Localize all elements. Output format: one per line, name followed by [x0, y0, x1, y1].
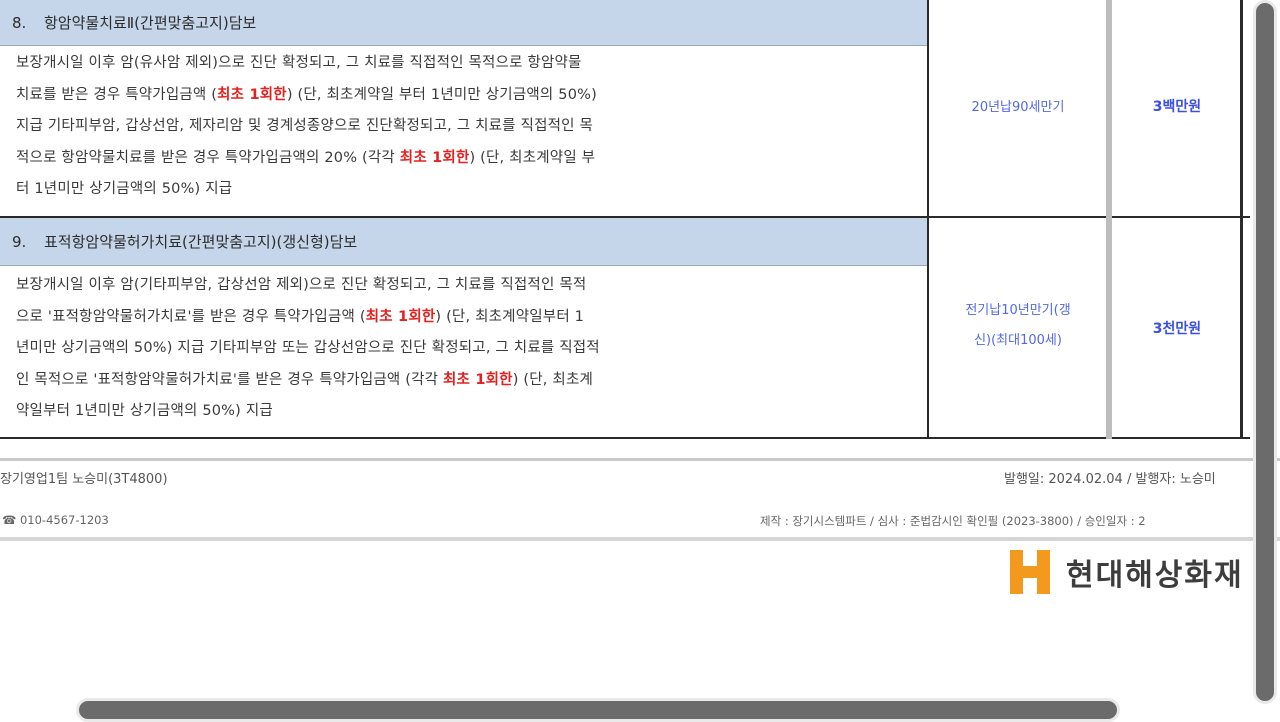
body-line: 지급 기타피부암, 갑상선암, 제자리암 및 경계성종양으로 진단확정되고, 그… [16, 111, 838, 143]
section-body-9: 보장개시일 이후 암(기타피부암, 갑상선암 제외)으로 진단 확정되고, 그 … [16, 270, 838, 428]
body-text: ) (단, 최초계약일부터 1 [435, 308, 585, 325]
period-cell-8: 20년납90세만기 [971, 100, 1065, 115]
footer-issue-date: 발행일: 2024.02.04 / 발행자: 노승미 [1004, 472, 1216, 487]
body-line: 약일부터 1년미만 상기금액의 50%) 지급 [16, 396, 838, 428]
body-text: 적으로 항암약물치료를 받은 경우 특약가입금액의 20% (각각 [16, 149, 400, 166]
body-line: 보장개시일 이후 암(유사암 제외)으로 진단 확정되고, 그 치료를 직접적인… [16, 48, 838, 80]
section-header-8: 8. 항암약물치료Ⅱ(간편맞춤고지)담보 [0, 0, 928, 46]
horizontal-scrollbar-thumb[interactable] [76, 698, 1120, 722]
body-text: 지급 기타피부암, 갑상선암, 제자리암 및 경계성종양으로 진단확정되고, 그… [16, 118, 594, 134]
period-line: 신)(최대100세) [974, 333, 1062, 348]
coverage-table: 8. 항암약물치료Ⅱ(간편맞춤고지)담보 보장개시일 이후 암(유사암 제외)으… [0, 0, 1280, 440]
emphasis-text: 최초 1회한 [365, 308, 436, 325]
body-text: 년미만 상기금액의 50%) 지급 기타피부암 또는 갑상선암으로 진단 확정되… [16, 340, 600, 356]
body-line: 치료를 받은 경우 특약가입금액 (최초 1회한) (단, 최초계약일 부터 1… [16, 80, 838, 112]
amount-cell-8: 3백만원 [1152, 99, 1202, 115]
body-text: 보장개시일 이후 암(기타피부암, 갑상선암 제외)으로 진단 확정되고, 그 … [16, 277, 587, 293]
footer-rule [0, 458, 1280, 461]
vertical-scrollbar-thumb[interactable] [1253, 0, 1277, 704]
section-title: 항암약물치료Ⅱ(간편맞춤고지)담보 [44, 14, 257, 32]
footer-review: 제작 : 장기시스템파트 / 심사 : 준법감시인 확인필 (2023-3800… [760, 514, 1146, 528]
body-text: 보장개시일 이후 암(유사암 제외)으로 진단 확정되고, 그 치료를 직접적인… [16, 55, 582, 71]
body-line: 으로 '표적항암약물허가치료'를 받은 경우 특약가입금액 (최초 1회한) (… [16, 302, 838, 334]
body-text: ) (단, 최초계약일 부터 1년미만 상기금액의 50%) [286, 86, 597, 103]
body-line: 년미만 상기금액의 50%) 지급 기타피부암 또는 갑상선암으로 진단 확정되… [16, 333, 838, 365]
footer-product: 장기영업1팀 노승미(3T4800) [0, 472, 168, 487]
section-title: 표적항암약물허가치료(간편맞춤고지)(갱신형)담보 [44, 233, 358, 251]
footer-rule [0, 537, 1280, 541]
footer-contact: ☎ 010-4567-1203 [2, 513, 109, 527]
body-text: ) (단, 최초계약일 부 [469, 149, 596, 166]
emphasis-text: 최초 1회한 [443, 371, 513, 388]
table-bottom-border [0, 437, 1250, 439]
period-line: 전기납10년만기(갱 [965, 303, 1071, 318]
section-header-9: 9. 표적항암약물허가치료(간편맞춤고지)(갱신형)담보 [0, 218, 928, 266]
body-text: ) (단, 최초계 [512, 371, 594, 388]
body-line: 인 목적으로 '표적항암약물허가치료'를 받은 경우 특약가입금액 (각각 최초… [16, 365, 838, 397]
body-line: 터 1년미만 상기금액의 50%) 지급 [16, 174, 838, 206]
body-line: 보장개시일 이후 암(기타피부암, 갑상선암 제외)으로 진단 확정되고, 그 … [16, 270, 838, 302]
section-number: 9. [12, 232, 27, 251]
h-logo-icon [1008, 550, 1052, 594]
body-text: 인 목적으로 '표적항암약물허가치료'를 받은 경우 특약가입금액 (각각 [16, 371, 444, 388]
company-name: 현대해상화재 [1066, 558, 1244, 593]
column-divider [1240, 0, 1243, 439]
emphasis-text: 최초 1회한 [217, 86, 287, 103]
company-logo: 현대해상화재 [1008, 550, 1244, 594]
body-text: 터 1년미만 상기금액의 50%) 지급 [16, 181, 233, 197]
body-text: 약일부터 1년미만 상기금액의 50%) 지급 [16, 403, 273, 419]
amount-cell-9: 3천만원 [1152, 321, 1202, 337]
column-divider [1106, 0, 1112, 439]
column-divider [927, 0, 929, 439]
emphasis-text: 최초 1회한 [399, 149, 470, 166]
body-text: 치료를 받은 경우 특약가입금액 ( [16, 86, 218, 103]
section-body-8: 보장개시일 이후 암(유사암 제외)으로 진단 확정되고, 그 치료를 직접적인… [16, 48, 838, 206]
period-cell-9: 전기납10년만기(갱 신)(최대100세) [930, 296, 1106, 356]
body-line: 적으로 항암약물치료를 받은 경우 특약가입금액의 20% (각각 최초 1회한… [16, 143, 838, 175]
section-number: 8. [12, 13, 27, 32]
body-text: 으로 '표적항암약물허가치료'를 받은 경우 특약가입금액 ( [16, 308, 366, 325]
